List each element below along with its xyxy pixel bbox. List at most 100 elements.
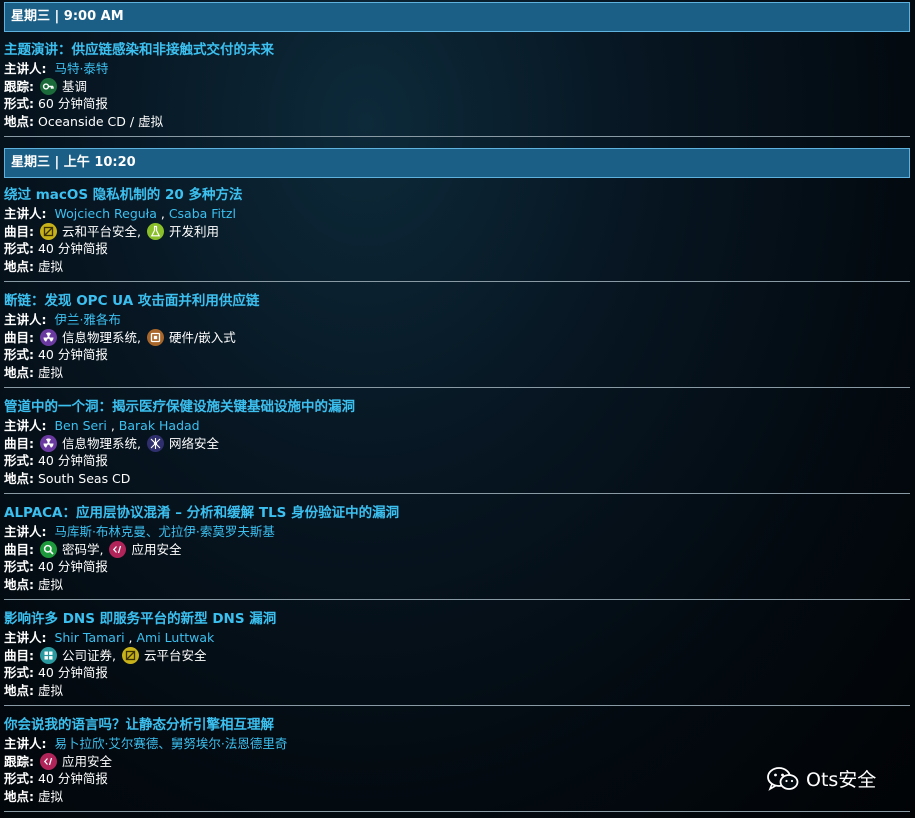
cloud-platform-icon xyxy=(40,222,57,240)
session-title[interactable]: 影响许多 DNS 即服务平台的新型 DNS 漏洞 xyxy=(4,610,910,629)
schedule-page: 星期三 | 9:00 AM 主题演讲：供应链感染和非接触式交付的未来 主讲人: … xyxy=(0,0,915,818)
track-name[interactable]: 硬件/嵌入式 xyxy=(169,329,236,347)
format-value: 60 分钟简报 xyxy=(37,96,108,111)
location-value: 虚拟 xyxy=(37,682,63,698)
cloud-platform-icon xyxy=(121,646,139,664)
track-name[interactable]: 网络安全 xyxy=(169,435,219,453)
divider xyxy=(4,599,910,600)
format-label: 形式: xyxy=(4,241,34,256)
format-value: 40 分钟简报 xyxy=(37,347,108,362)
track-name[interactable]: 云和平台安全, xyxy=(62,223,141,241)
speaker-label: 主讲人: xyxy=(4,418,47,433)
speaker-label: 主讲人: xyxy=(4,312,47,327)
network-icon xyxy=(146,434,164,452)
speaker-label: 主讲人: xyxy=(4,736,47,751)
track-name[interactable]: 应用安全 xyxy=(131,541,181,559)
radiation-icon xyxy=(40,328,57,346)
session-title[interactable]: 管道中的一个洞：揭示医疗保健设施关键基础设施中的漏洞 xyxy=(4,398,910,417)
code-icon xyxy=(40,752,57,770)
format-value: 40 分钟简报 xyxy=(37,453,108,468)
location-value: South Seas CD xyxy=(37,470,131,486)
format-label: 形式: xyxy=(4,665,34,680)
tracks-label: 曲目: xyxy=(4,223,34,239)
watermark: Ots安全 xyxy=(766,765,876,792)
divider xyxy=(4,705,910,706)
location-value: 虚拟 xyxy=(37,576,63,592)
session-title[interactable]: 断链：发现 OPC UA 攻击面并利用供应链 xyxy=(4,292,910,311)
radiation-icon xyxy=(40,434,57,452)
session-title[interactable]: 主题演讲：供应链感染和非接触式交付的未来 xyxy=(4,41,910,60)
speaker-link[interactable]: 马特·泰特 xyxy=(54,60,108,78)
format-label: 形式: xyxy=(4,347,34,362)
session-item: 绕过 macOS 隐私机制的 20 多种方法 主讲人: Wojciech Reg… xyxy=(4,186,910,275)
location-value: 虚拟 xyxy=(37,788,63,804)
location-label: 地点: xyxy=(4,470,34,486)
location-label: 地点: xyxy=(4,113,34,129)
speaker-link[interactable]: Csaba Fitzl xyxy=(169,205,236,223)
location-value: 虚拟 xyxy=(37,258,63,274)
divider xyxy=(4,136,910,137)
session-item: 主题演讲：供应链感染和非接触式交付的未来 主讲人: 马特·泰特 跟踪: 基调 形… xyxy=(4,41,910,130)
location-label: 地点: xyxy=(4,576,34,592)
format-value: 40 分钟简报 xyxy=(37,665,108,680)
track-name[interactable]: 密码学, xyxy=(62,541,103,559)
speaker-link[interactable]: Ben Seri xyxy=(54,417,106,435)
speaker-link[interactable]: 马库斯·布林克曼、尤拉伊·索莫罗夫斯基 xyxy=(54,523,274,541)
speaker-link[interactable]: Barak Hadad xyxy=(119,417,200,435)
track-name[interactable]: 开发利用 xyxy=(169,223,219,241)
divider xyxy=(4,811,910,812)
location-value: Oceanside CD / 虚拟 xyxy=(37,113,164,129)
enterprise-icon xyxy=(40,646,57,664)
track-name[interactable]: 基调 xyxy=(62,78,87,96)
location-label: 地点: xyxy=(4,682,34,698)
format-value: 40 分钟简报 xyxy=(37,771,108,786)
session-title[interactable]: 你会说我的语言吗？让静态分析引擎相互理解 xyxy=(4,716,910,735)
flask-icon xyxy=(146,222,164,240)
session-item: 断链：发现 OPC UA 攻击面并利用供应链 主讲人: 伊兰·雅各布 曲目: 信… xyxy=(4,292,910,381)
speaker-link[interactable]: Ami Luttwak xyxy=(137,629,215,647)
session-item: 管道中的一个洞：揭示医疗保健设施关键基础设施中的漏洞 主讲人: Ben Seri… xyxy=(4,398,910,487)
track-name[interactable]: 信息物理系统, xyxy=(62,329,141,347)
speaker-label: 主讲人: xyxy=(4,61,47,76)
watermark-text: Ots安全 xyxy=(806,769,877,791)
tracks-label: 曲目: xyxy=(4,647,34,663)
speaker-link[interactable]: Wojciech Reguła xyxy=(54,205,156,223)
divider xyxy=(4,281,910,282)
speaker-link[interactable]: 伊兰·雅各布 xyxy=(54,311,120,329)
location-label: 地点: xyxy=(4,364,34,380)
format-label: 形式: xyxy=(4,96,34,111)
day-header: 星期三 | 上午 10:20 xyxy=(4,148,910,178)
format-label: 形式: xyxy=(4,771,34,786)
format-label: 形式: xyxy=(4,453,34,468)
session-item: ALPACA：应用层协议混淆 – 分析和缓解 TLS 身份验证中的漏洞 主讲人:… xyxy=(4,504,910,593)
track-name[interactable]: 公司证券, xyxy=(62,647,116,665)
tracks-label: 曲目: xyxy=(4,435,34,451)
session-item: 影响许多 DNS 即服务平台的新型 DNS 漏洞 主讲人: Shir Tamar… xyxy=(4,610,910,699)
magnifier-icon xyxy=(40,540,57,558)
location-label: 地点: xyxy=(4,258,34,274)
session-title[interactable]: 绕过 macOS 隐私机制的 20 多种方法 xyxy=(4,186,910,205)
day-header: 星期三 | 9:00 AM xyxy=(4,2,910,32)
speaker-label: 主讲人: xyxy=(4,630,47,645)
format-label: 形式: xyxy=(4,559,34,574)
speaker-label: 主讲人: xyxy=(4,524,47,539)
format-value: 40 分钟简报 xyxy=(37,559,108,574)
speaker-label: 主讲人: xyxy=(4,206,47,221)
speaker-link[interactable]: Shir Tamari xyxy=(54,629,124,647)
track-label: 跟踪: xyxy=(4,753,34,769)
track-label: 跟踪: xyxy=(4,78,34,94)
session-title[interactable]: ALPACA：应用层协议混淆 – 分析和缓解 TLS 身份验证中的漏洞 xyxy=(4,504,910,523)
format-value: 40 分钟简报 xyxy=(37,241,108,256)
location-label: 地点: xyxy=(4,788,34,804)
wechat-icon xyxy=(766,766,800,792)
tracks-label: 曲目: xyxy=(4,541,34,557)
divider xyxy=(4,387,910,388)
track-name[interactable]: 信息物理系统, xyxy=(62,435,141,453)
track-name[interactable]: 应用安全 xyxy=(62,753,112,771)
location-value: 虚拟 xyxy=(37,364,63,380)
chip-icon xyxy=(146,328,164,346)
speaker-link[interactable]: 易卜拉欣·艾尔赛德、舅努埃尔·法恩德里奇 xyxy=(54,735,287,753)
key-icon xyxy=(40,77,57,95)
track-name[interactable]: 云平台安全 xyxy=(144,647,207,665)
code-icon xyxy=(109,540,127,558)
